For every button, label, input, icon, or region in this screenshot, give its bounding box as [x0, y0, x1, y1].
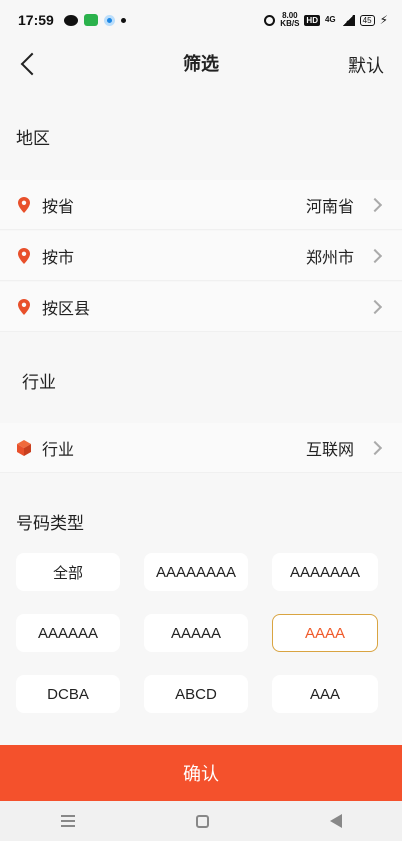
- reset-default-button[interactable]: 默认: [348, 52, 384, 78]
- option-chip[interactable]: AAA: [272, 675, 378, 713]
- nav-bar: 筛选 默认: [0, 40, 402, 86]
- location-pin-icon: [18, 247, 30, 264]
- system-nav-bar: [0, 801, 402, 841]
- region-section-title: 地区: [16, 129, 50, 149]
- app-notification-icon: [83, 14, 98, 26]
- network-speed: 8.00 KB/S: [280, 12, 299, 28]
- city-label: 按市: [42, 247, 75, 267]
- speed-unit: KB/S: [280, 19, 300, 28]
- industry-section-title: 行业: [22, 373, 56, 393]
- industry-row[interactable]: 行业 互联网: [0, 423, 402, 473]
- wechat-icon: [63, 14, 78, 26]
- page-title: 筛选: [183, 54, 219, 75]
- more-notifications-icon: [120, 17, 126, 23]
- city-row[interactable]: 按市 郑州市: [0, 231, 402, 281]
- option-chip[interactable]: ABCD: [144, 675, 248, 713]
- network-type: 4G: [324, 15, 336, 24]
- province-label: 按省: [42, 196, 75, 216]
- option-chip-selected[interactable]: AAAA: [272, 614, 378, 652]
- status-bar: 17:59 8.00 KB/S HD 4G 45 ⚡: [0, 0, 402, 40]
- number-type-section-title: 号码类型: [16, 514, 84, 534]
- alarm-icon: [264, 14, 276, 26]
- confirm-button[interactable]: 确认: [0, 745, 402, 801]
- status-time: 17:59: [18, 12, 54, 28]
- chevron-right-icon: [367, 197, 383, 212]
- option-chip[interactable]: AAAAA: [144, 614, 248, 652]
- province-row[interactable]: 按省 河南省: [0, 180, 402, 230]
- province-value: 河南省: [305, 196, 354, 216]
- city-value: 郑州市: [305, 247, 354, 267]
- district-row[interactable]: 按区县: [0, 282, 402, 332]
- chevron-right-icon: [367, 440, 383, 455]
- home-icon[interactable]: [195, 814, 209, 828]
- location-pin-icon: [18, 298, 30, 315]
- back-triangle-icon[interactable]: [329, 814, 342, 828]
- signal-icon: [340, 14, 355, 26]
- option-chip[interactable]: AAAAAA: [16, 614, 120, 652]
- option-chip[interactable]: AAAAAAA: [272, 553, 378, 591]
- option-chip[interactable]: DCBA: [16, 675, 120, 713]
- cube-icon: [17, 439, 31, 456]
- hd-badge: HD: [304, 14, 320, 26]
- location-pin-icon: [18, 196, 30, 213]
- option-chip[interactable]: AAAAAAAA: [144, 553, 248, 591]
- option-chip[interactable]: 全部: [16, 553, 120, 591]
- menu-icon[interactable]: [60, 815, 75, 827]
- back-icon[interactable]: [16, 50, 40, 76]
- battery-icon: 45: [359, 14, 375, 26]
- chevron-right-icon: [367, 248, 383, 263]
- browser-notification-icon: [103, 14, 115, 26]
- number-type-options: 全部 AAAAAAAA AAAAAAA AAAAAA AAAAA AAAA DC…: [16, 553, 382, 713]
- industry-value: 互联网: [305, 439, 354, 459]
- charging-icon: ⚡: [379, 13, 388, 27]
- chevron-right-icon: [367, 299, 383, 314]
- district-label: 按区县: [42, 298, 91, 318]
- status-right: 8.00 KB/S HD 4G 45 ⚡: [264, 12, 388, 28]
- industry-label: 行业: [42, 439, 75, 459]
